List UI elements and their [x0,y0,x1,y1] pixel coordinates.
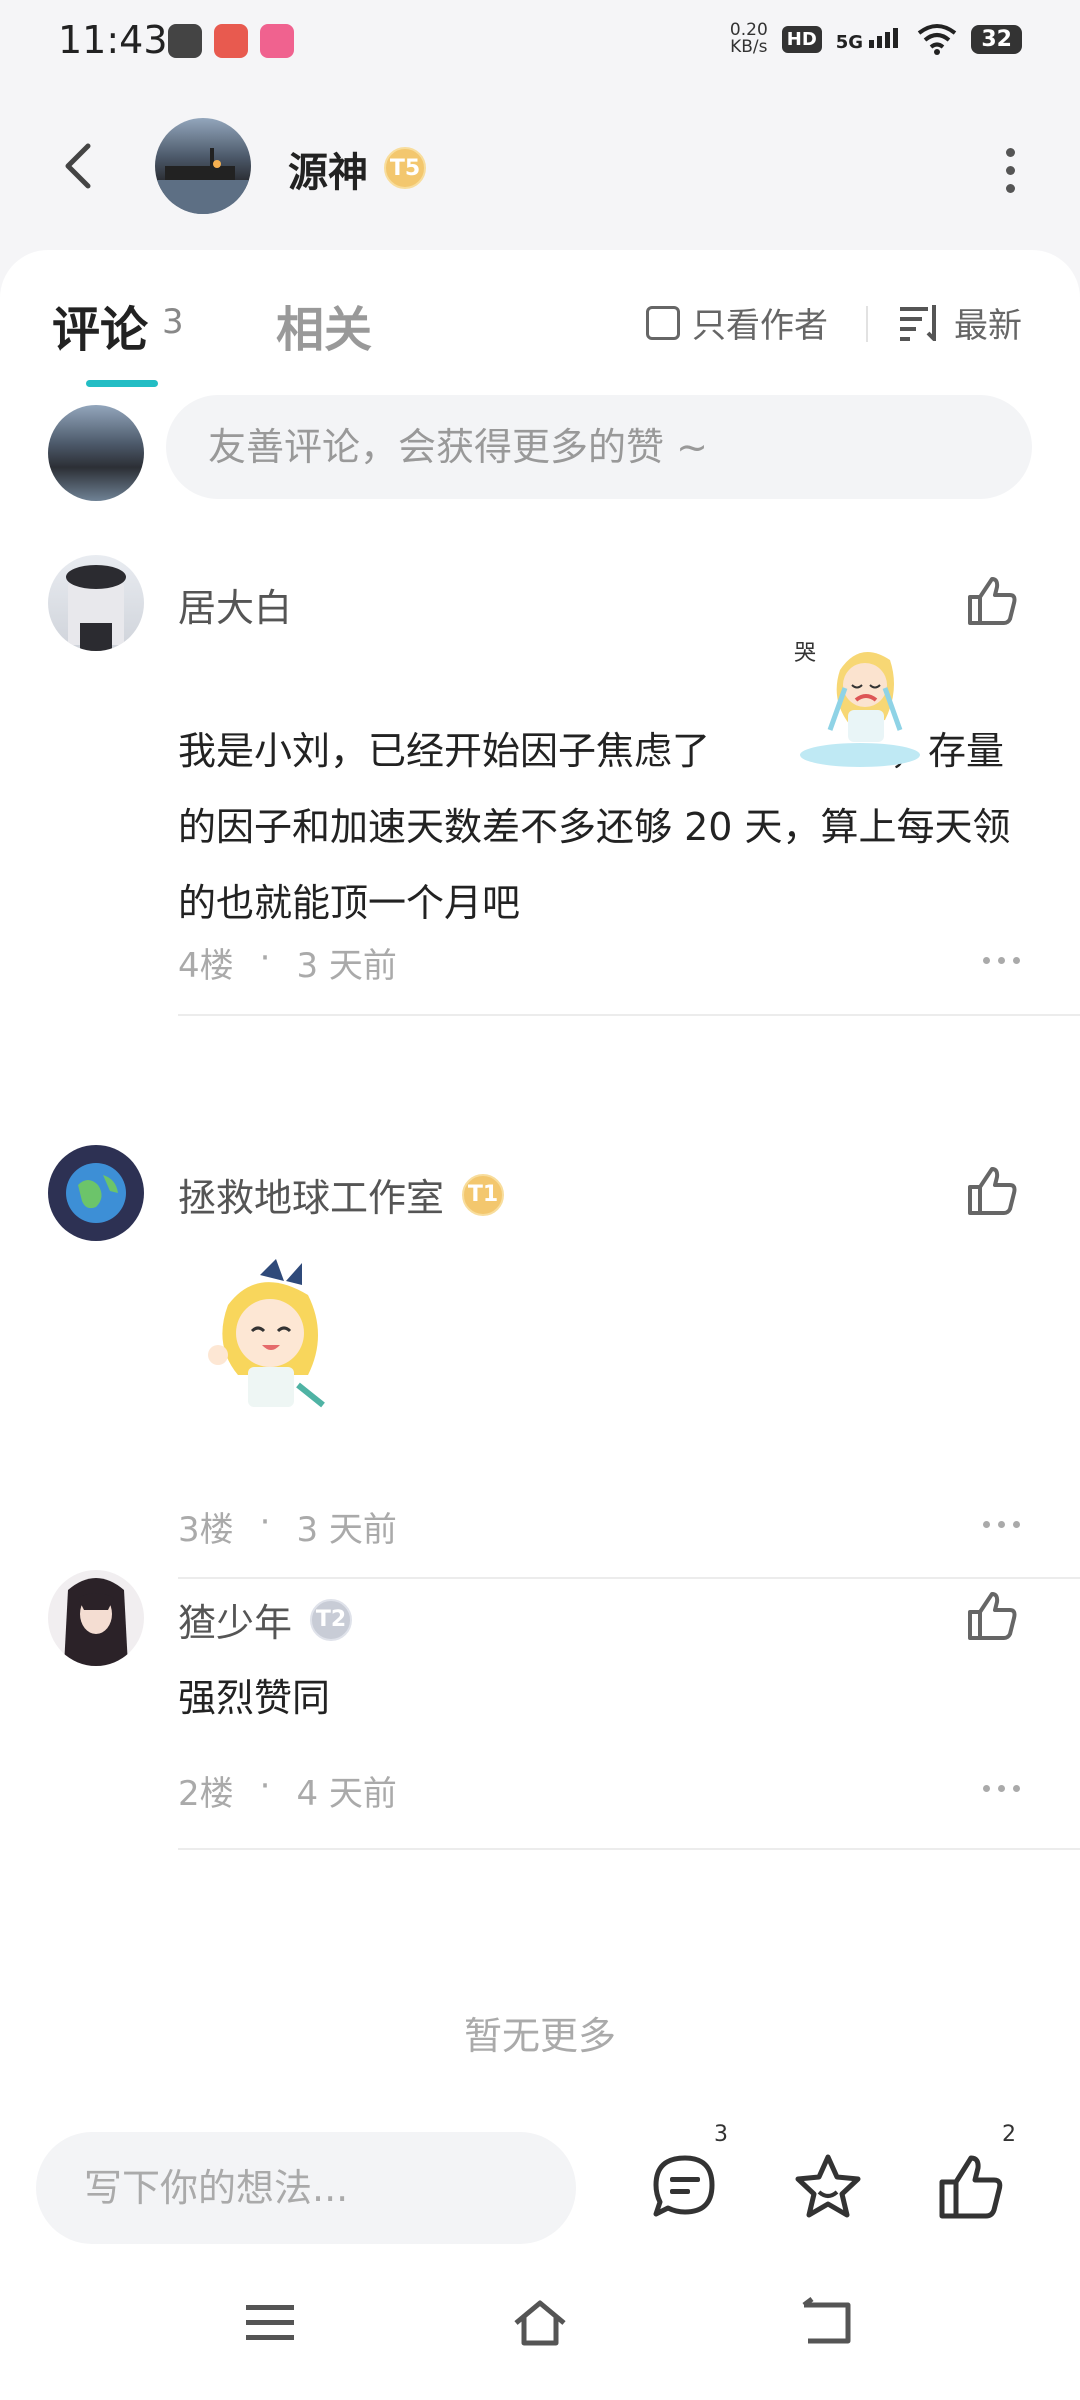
topic-title[interactable]: 源神 [288,140,368,198]
avatar[interactable] [48,1570,144,1666]
avatar[interactable] [48,1145,144,1241]
status-time: 11:43 [58,18,168,62]
checkbox-icon[interactable] [646,305,680,340]
status-app-icons [168,24,294,58]
topic-header: 源神 T5 [0,100,1080,240]
floor-number: 2楼 [178,1774,234,1814]
comment-time: 4 天前 [296,1774,397,1814]
author-only-label: 只看作者 [692,306,828,346]
comment-item: 居大白 我是小刘，已经开始因子焦虑了 ，存量的因子和加速天数差不多还够 20 天，… [0,555,1080,1016]
floor-number: 3楼 [178,1510,234,1550]
comment-input[interactable]: 友善评论，会获得更多的赞 ~ [166,395,1032,499]
menu-icon[interactable] [242,2295,298,2351]
comment-meta: 4楼 · 3 天前 [178,938,397,986]
tab-related[interactable]: 相关 [276,290,372,360]
divider [178,1014,1080,1016]
tabs-row: 评论 3 相关 只看作者 最新 [0,290,1080,390]
like-icon[interactable] [964,1163,1020,1219]
comment-more-icon[interactable] [983,1521,1020,1528]
tab-comments-count: 3 [162,302,184,342]
like-count: 2 [1002,2122,1016,2147]
comments-panel: 评论 3 相关 只看作者 最新 友善评论，会获得更多的赞 ~ 居大白 我是小刘，… [0,250,1080,2100]
system-nav-bar [0,2250,1080,2400]
sort-button[interactable]: 最新 [900,298,1022,347]
avatar[interactable] [48,555,144,651]
back-arrow-icon[interactable] [50,136,110,196]
author-only-toggle[interactable]: 只看作者 [646,298,828,347]
back-icon[interactable] [798,2295,854,2351]
like-icon[interactable] [964,573,1020,629]
comment-item: 猹少年 T2 强烈赞同 2楼 · 4 天前 [0,1570,1080,1870]
comment-meta: 3楼 · 3 天前 [178,1502,397,1550]
comment-time: 3 天前 [296,946,397,986]
more-options-icon[interactable] [980,140,1040,200]
bottom-action-bar: 写下你的想法... 3 2 [0,2100,1080,2250]
sort-label: 最新 [954,306,1022,346]
level-badge-icon: T5 [384,147,426,189]
comment-meta: 2楼 · 4 天前 [178,1766,397,1814]
hd-icon: HD [781,25,822,53]
write-comment-input[interactable]: 写下你的想法... [36,2132,576,2244]
comment-input-row: 友善评论，会获得更多的赞 ~ [0,395,1080,505]
status-bar: 11:43 0.20 KB/s HD 5G 32 [0,0,1080,80]
tab-comments[interactable]: 评论 [52,290,148,360]
divider [178,1848,1080,1850]
comment-username[interactable]: 猹少年 T2 [178,1592,353,1647]
sort-icon [900,304,936,341]
status-indicators: 0.20 KB/s HD 5G 32 [730,22,1022,56]
happy-sticker [208,1259,325,1408]
star-icon[interactable] [793,2152,863,2222]
signal-icon: 5G [836,26,904,53]
tab-active-indicator [86,380,158,387]
no-more-text: 暂无更多 [463,2014,616,2058]
level-badge-icon: T1 [462,1173,505,1216]
comment-time: 3 天前 [296,1510,397,1550]
topic-avatar[interactable] [155,118,251,214]
app-notification-icon [168,24,202,58]
comment-username[interactable]: 居大白 [178,577,292,632]
like-icon[interactable] [936,2152,1006,2222]
comment-count: 3 [714,2122,728,2147]
comment-more-icon[interactable] [983,957,1020,964]
comment-username[interactable]: 拯救地球工作室 T1 [178,1167,505,1222]
crying-sticker: 哭 [794,641,920,767]
level-badge-icon: T2 [310,1598,353,1641]
comment-text: 强烈赞同 [178,1676,331,1720]
comment-more-icon[interactable] [983,1785,1020,1792]
comment-icon[interactable] [650,2152,720,2222]
divider [866,306,868,342]
like-icon[interactable] [964,1588,1020,1644]
my-avatar [48,405,144,501]
app-notification-icon [214,24,248,58]
floor-number: 4楼 [178,946,234,986]
home-icon[interactable] [512,2295,568,2351]
svg-text:哭: 哭 [794,641,816,666]
comment-item: 拯救地球工作室 T1 3楼 · 3 天前 [0,1145,1080,1579]
app-notification-icon [260,24,294,58]
net-speed: 0.20 KB/s [729,20,768,57]
wifi-icon [918,24,957,55]
battery-icon: 32 [971,24,1022,54]
